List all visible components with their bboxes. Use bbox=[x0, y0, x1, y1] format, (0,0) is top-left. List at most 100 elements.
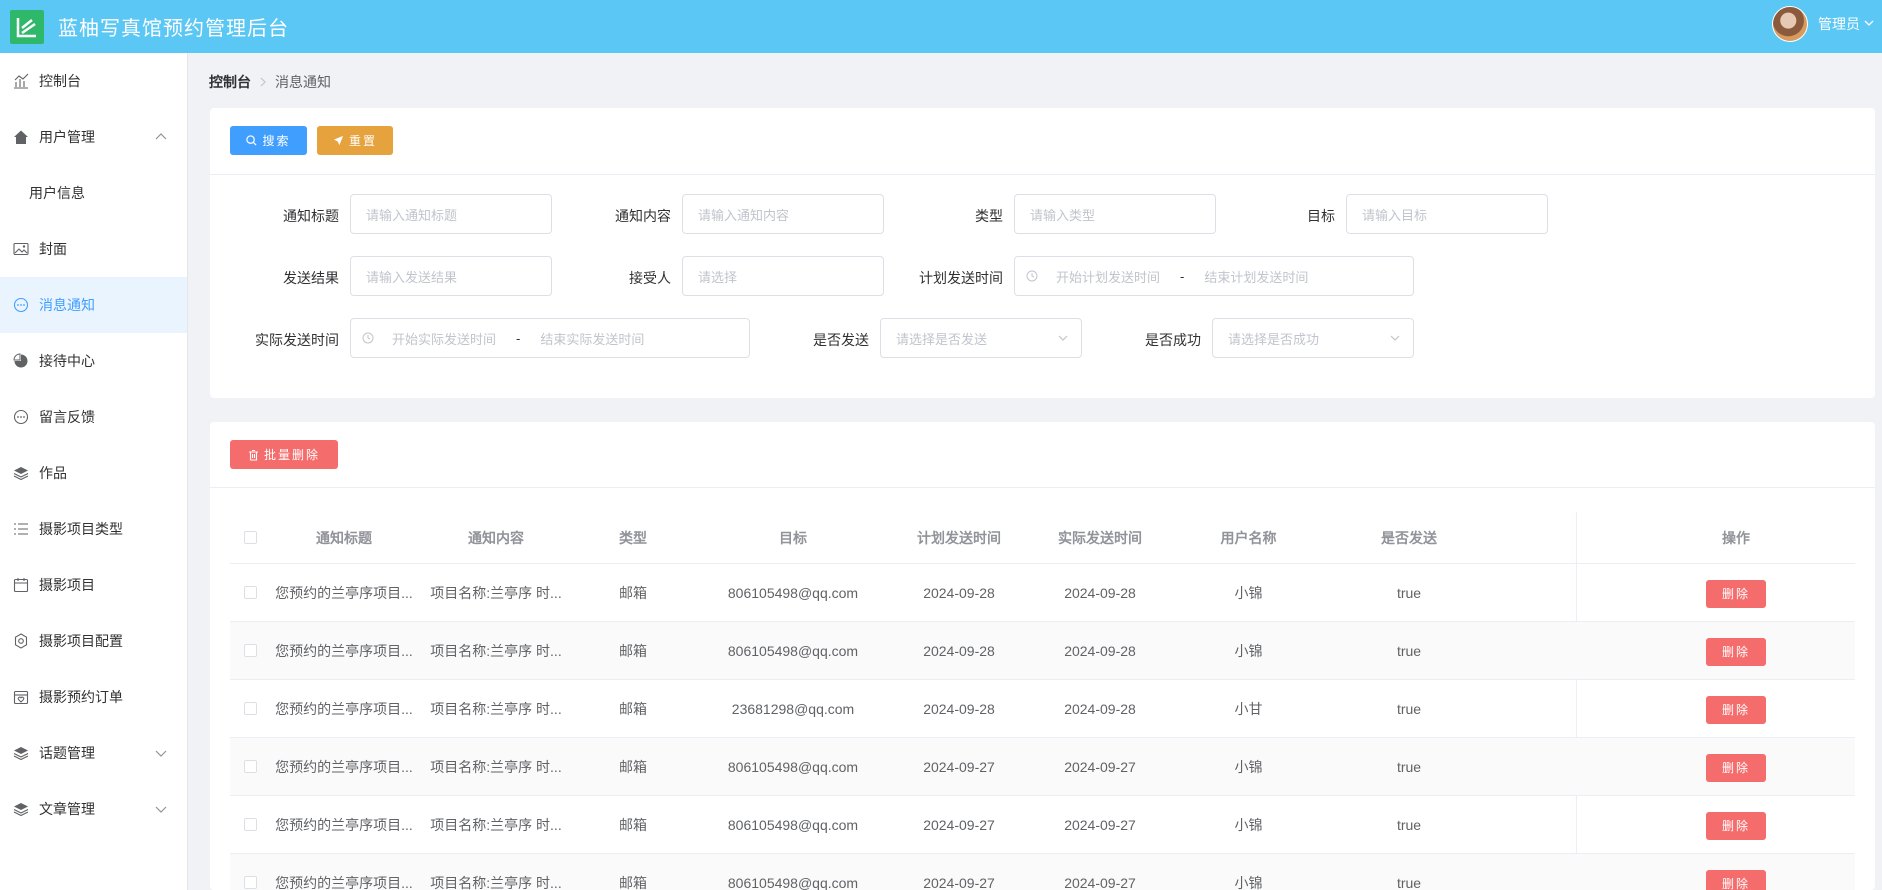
cell-content: 项目名称:兰亭序 时... bbox=[430, 816, 562, 833]
cell-actual-time: 2024-09-28 bbox=[1064, 700, 1136, 717]
batch-delete-button[interactable]: 批量删除 bbox=[230, 440, 338, 469]
home-icon bbox=[12, 128, 30, 146]
column-header[interactable]: 是否发送 bbox=[1321, 528, 1497, 548]
column-header[interactable]: 通知标题 bbox=[270, 528, 418, 548]
sidebar-item-topics[interactable]: 话题管理 bbox=[0, 725, 187, 781]
cell-target: 806105498@qq.com bbox=[727, 584, 859, 601]
sidebar-item-label: 封面 bbox=[39, 241, 67, 257]
placeholder: 请选择是否成功 bbox=[1228, 331, 1320, 347]
reset-button[interactable]: 重置 bbox=[317, 126, 393, 155]
search-icon bbox=[246, 135, 257, 146]
column-header[interactable]: 用户名称 bbox=[1176, 528, 1321, 548]
cell-plan-time: 2024-09-28 bbox=[923, 584, 995, 601]
column-header[interactable]: 计划发送时间 bbox=[894, 528, 1024, 548]
chat-icon bbox=[12, 296, 30, 314]
range-start[interactable]: 开始计划发送时间 bbox=[1056, 267, 1160, 286]
avatar[interactable] bbox=[1772, 6, 1808, 42]
sidebar-item-cover[interactable]: 封面 bbox=[0, 221, 187, 277]
range-start[interactable]: 开始实际发送时间 bbox=[392, 329, 496, 348]
row-checkbox[interactable] bbox=[230, 876, 270, 889]
cell-target: 806105498@qq.com bbox=[727, 816, 859, 833]
chevron-down-icon bbox=[155, 745, 167, 761]
sidebar-item-user-management[interactable]: 用户管理 bbox=[0, 109, 187, 165]
column-header[interactable]: 通知内容 bbox=[418, 528, 574, 548]
sidebar-item-label: 用户管理 bbox=[39, 129, 95, 145]
receiver-select[interactable]: 请选择 bbox=[682, 256, 884, 296]
chevron-down-icon bbox=[1057, 332, 1069, 347]
user-name[interactable]: 管理员 bbox=[1818, 14, 1860, 34]
sidebar-item-projects[interactable]: 摄影项目 bbox=[0, 557, 187, 613]
sidebar-item-orders[interactable]: 摄影预约订单 bbox=[0, 669, 187, 725]
table-row[interactable]: 您预约的兰亭序项目... 项目名称:兰亭序 时... 邮箱 23681298@q… bbox=[230, 680, 1855, 738]
delete-button[interactable]: 删除 bbox=[1706, 579, 1766, 608]
cell-content: 项目名称:兰亭序 时... bbox=[430, 584, 562, 601]
sidebar-item-notifications[interactable]: 消息通知 bbox=[0, 277, 187, 333]
target-input[interactable]: 请输入目标 bbox=[1346, 194, 1548, 234]
column-header: 操作 bbox=[1722, 529, 1750, 546]
sidebar-item-user-info[interactable]: 用户信息 bbox=[0, 165, 187, 221]
range-end[interactable]: 结束实际发送时间 bbox=[540, 329, 644, 348]
search-button[interactable]: 搜索 bbox=[230, 126, 307, 155]
table-row[interactable]: 您预约的兰亭序项目... 项目名称:兰亭序 时... 邮箱 806105498@… bbox=[230, 622, 1855, 680]
actual-time-range[interactable]: 开始实际发送时间 - 结束实际发送时间 bbox=[350, 318, 750, 358]
sidebar-item-project-types[interactable]: 摄影项目类型 bbox=[0, 501, 187, 557]
sidebar-item-reception[interactable]: 接待中心 bbox=[0, 333, 187, 389]
chart-icon bbox=[12, 72, 30, 90]
row-checkbox[interactable] bbox=[230, 818, 270, 831]
table-row[interactable]: 您预约的兰亭序项目... 项目名称:兰亭序 时... 邮箱 806105498@… bbox=[230, 564, 1855, 622]
cell-type: 邮箱 bbox=[619, 758, 647, 775]
row-checkbox[interactable] bbox=[230, 702, 270, 715]
title-input[interactable]: 请输入通知标题 bbox=[350, 194, 552, 234]
sidebar-item-feedback[interactable]: 留言反馈 bbox=[0, 389, 187, 445]
row-checkbox[interactable] bbox=[230, 586, 270, 599]
chevron-down-icon[interactable] bbox=[1864, 17, 1874, 31]
breadcrumb-current: 消息通知 bbox=[275, 74, 331, 90]
column-header[interactable]: 类型 bbox=[574, 528, 692, 548]
row-checkbox[interactable] bbox=[230, 760, 270, 773]
row-checkbox[interactable] bbox=[230, 644, 270, 657]
content-input[interactable]: 请输入通知内容 bbox=[682, 194, 884, 234]
delete-button[interactable]: 删除 bbox=[1706, 695, 1766, 724]
sidebar-item-dashboard[interactable]: 控制台 bbox=[0, 53, 187, 109]
cell-type: 邮箱 bbox=[619, 700, 647, 717]
cell-title: 您预约的兰亭序项目... bbox=[275, 816, 413, 833]
cell-sent: true bbox=[1396, 816, 1422, 833]
is-sent-select[interactable]: 请选择是否发送 bbox=[880, 318, 1082, 358]
is-success-select[interactable]: 请选择是否成功 bbox=[1212, 318, 1414, 358]
breadcrumb-home[interactable]: 控制台 bbox=[209, 72, 251, 92]
type-input[interactable]: 请输入类型 bbox=[1014, 194, 1216, 234]
sidebar-item-articles[interactable]: 文章管理 bbox=[0, 781, 187, 837]
sidebar-item-label: 摄影项目 bbox=[39, 577, 95, 593]
cell-actual-time: 2024-09-28 bbox=[1064, 584, 1136, 601]
table-row[interactable]: 您预约的兰亭序项目... 项目名称:兰亭序 时... 邮箱 806105498@… bbox=[230, 796, 1855, 854]
cell-type: 邮箱 bbox=[619, 642, 647, 659]
delete-button[interactable]: 删除 bbox=[1706, 869, 1766, 890]
result-input[interactable]: 请输入发送结果 bbox=[350, 256, 552, 296]
send-icon bbox=[333, 135, 344, 146]
chevron-up-icon bbox=[155, 129, 167, 145]
cell-actions: 删除 bbox=[1577, 810, 1882, 840]
type-label: 类型 bbox=[975, 208, 1003, 224]
delete-button[interactable]: 删除 bbox=[1706, 811, 1766, 840]
column-header[interactable]: 实际发送时间 bbox=[1024, 528, 1176, 548]
sidebar-item-project-config[interactable]: 摄影项目配置 bbox=[0, 613, 187, 669]
sidebar-item-label: 接待中心 bbox=[39, 353, 95, 369]
plan-time-range[interactable]: 开始计划发送时间 - 结束计划发送时间 bbox=[1014, 256, 1414, 296]
user-menu[interactable]: 管理员 bbox=[1772, 6, 1874, 42]
delete-button[interactable]: 删除 bbox=[1706, 753, 1766, 782]
cell-sent: true bbox=[1396, 874, 1422, 890]
cell-plan-time: 2024-09-28 bbox=[923, 642, 995, 659]
cell-title: 您预约的兰亭序项目... bbox=[275, 642, 413, 659]
select-all-checkbox[interactable] bbox=[230, 531, 270, 544]
delete-button[interactable]: 删除 bbox=[1706, 637, 1766, 666]
table-row[interactable]: 您预约的兰亭序项目... 项目名称:兰亭序 时... 邮箱 806105498@… bbox=[230, 738, 1855, 796]
range-separator: - bbox=[1180, 268, 1185, 284]
table-row[interactable]: 您预约的兰亭序项目... 项目名称:兰亭序 时... 邮箱 806105498@… bbox=[230, 854, 1855, 890]
sidebar-item-works[interactable]: 作品 bbox=[0, 445, 187, 501]
sidebar-item-label: 摄影项目配置 bbox=[39, 633, 123, 649]
notification-table: 通知标题 通知内容 类型 目标 计划发送时间 实际发送时间 用户名称 是否发送 … bbox=[230, 512, 1855, 890]
range-end[interactable]: 结束计划发送时间 bbox=[1204, 267, 1308, 286]
cell-plan-time: 2024-09-27 bbox=[923, 758, 995, 775]
column-header[interactable]: 目标 bbox=[692, 528, 894, 548]
cell-content: 项目名称:兰亭序 时... bbox=[430, 758, 562, 775]
